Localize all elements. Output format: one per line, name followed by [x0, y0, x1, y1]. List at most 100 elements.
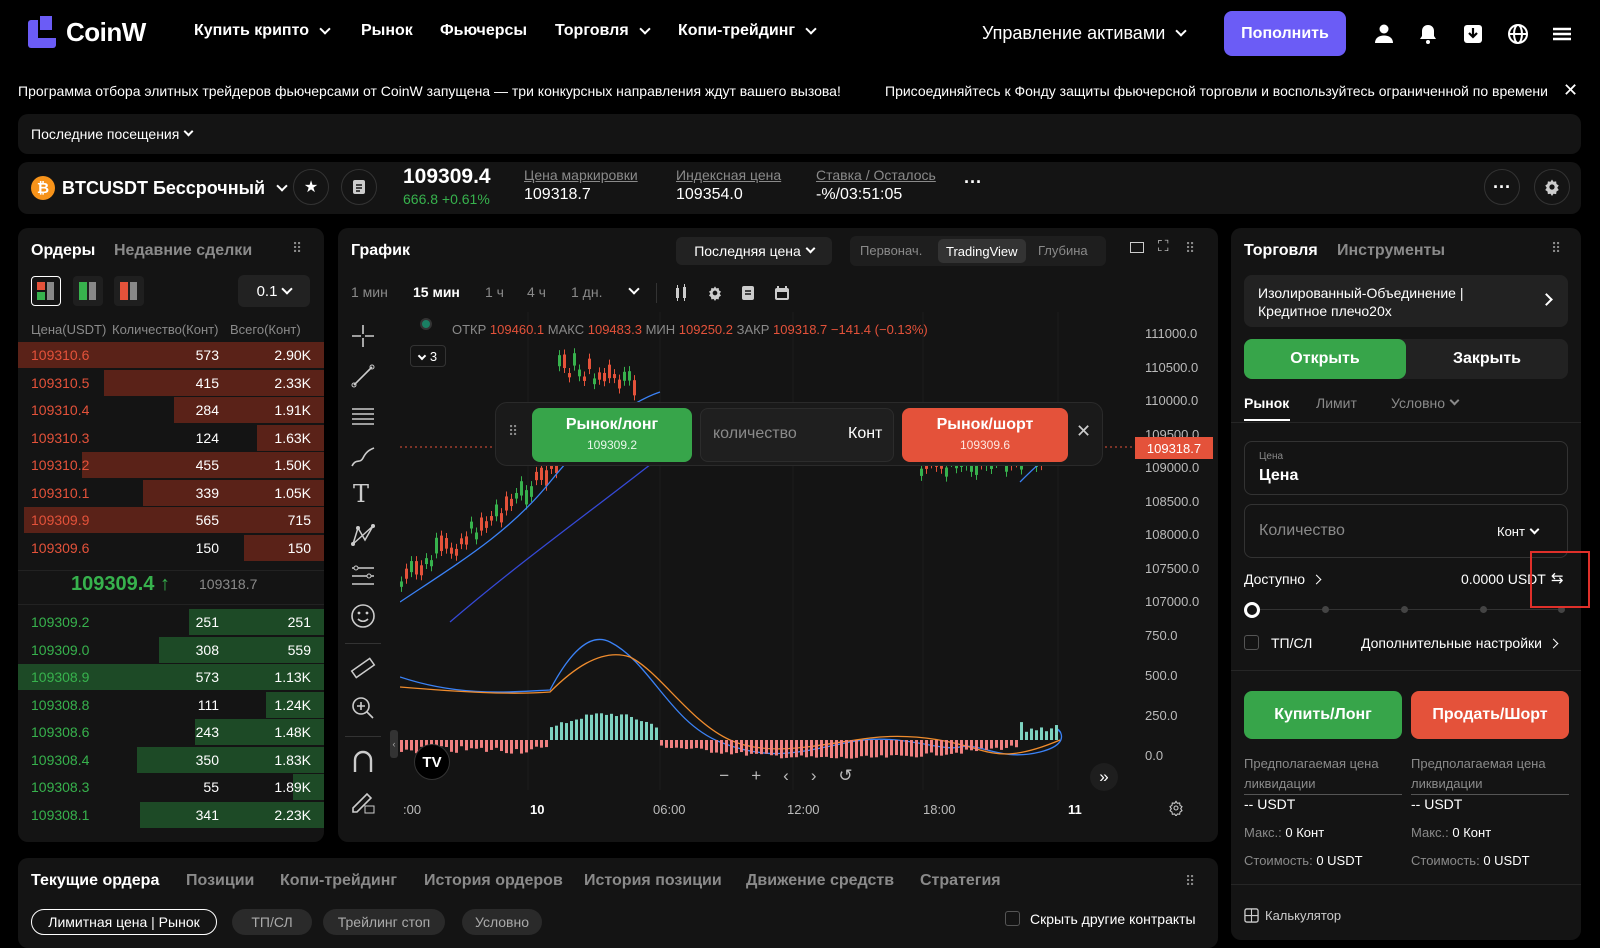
view-tradingview[interactable]: TradingView	[938, 239, 1026, 263]
drag-handle-icon[interactable]: ⠿	[1185, 240, 1195, 257]
calculator-link[interactable]: Калькулятор	[1244, 908, 1341, 923]
indicator-toggle[interactable]: 3	[410, 345, 446, 367]
bid-row[interactable]: 109308.8 111 1.24K	[18, 691, 324, 718]
symbol-selector[interactable]: ₿ BTCUSDT Бессрочный	[31, 176, 288, 200]
recent-visits-dropdown[interactable]: Последние посещения	[31, 126, 194, 142]
drag-handle-icon[interactable]: ⠿	[1551, 240, 1561, 257]
collapse-toolbar-icon[interactable]: ‹	[390, 730, 398, 758]
price-step-select[interactable]: 0.1	[238, 275, 310, 307]
tf-1d[interactable]: 1 дн.	[571, 284, 602, 300]
candle-type-icon[interactable]	[674, 284, 688, 302]
view-asks-button[interactable]	[114, 276, 144, 306]
nav-buy-crypto[interactable]: Купить крипто	[194, 22, 331, 40]
quick-long-button[interactable]: Рынок/лонг 109309.2	[532, 408, 692, 462]
close-icon[interactable]: ✕	[1076, 421, 1091, 442]
quick-qty-input[interactable]: количество Конт	[700, 408, 894, 462]
order-filter-pill[interactable]: Трейлинг стоп	[323, 909, 445, 935]
order-filter-pill[interactable]: ТП/СЛ	[232, 909, 312, 935]
advanced-settings-link[interactable]: Дополнительные настройки	[1361, 635, 1559, 651]
bid-row[interactable]: 109308.4 350 1.83K	[18, 746, 324, 773]
ask-row[interactable]: 109310.1 339 1.05K	[18, 479, 324, 506]
tf-1m[interactable]: 1 мин	[351, 284, 388, 300]
ask-row[interactable]: 109309.6 150 150	[18, 534, 324, 561]
globe-icon[interactable]	[1506, 22, 1530, 46]
tf-1h[interactable]: 1 ч	[485, 284, 504, 300]
tab-recent-trades[interactable]: Недавние сделки	[114, 242, 252, 260]
bell-icon[interactable]	[1416, 22, 1440, 46]
order-filter-pill[interactable]: Условно	[462, 909, 542, 935]
slider-step-dot[interactable]	[1322, 606, 1329, 613]
tf-15m[interactable]: 15 мин	[413, 284, 460, 300]
layout-icon[interactable]	[1130, 242, 1144, 253]
zoom-in-icon[interactable]: +	[751, 766, 761, 790]
scroll-right-icon[interactable]: ›	[811, 766, 817, 790]
user-icon[interactable]	[1372, 22, 1396, 46]
info-button[interactable]	[341, 169, 377, 205]
pattern-icon[interactable]	[349, 522, 377, 550]
more-options-button[interactable]: ···	[1484, 169, 1520, 205]
brush-icon[interactable]	[349, 442, 377, 470]
orders-tab[interactable]: Позиции	[186, 872, 254, 890]
drag-handle-icon[interactable]: ⠿	[1185, 873, 1195, 890]
chart-settings-icon[interactable]	[1168, 800, 1184, 816]
close-button[interactable]: Закрыть	[1406, 339, 1568, 379]
reset-icon[interactable]: ↺	[838, 766, 852, 790]
projection-icon[interactable]	[349, 562, 377, 590]
settings-button[interactable]	[1534, 169, 1570, 205]
view-both-button[interactable]	[31, 276, 61, 306]
tf-4h[interactable]: 4 ч	[527, 284, 546, 300]
bid-row[interactable]: 109308.1 341 2.23K	[18, 801, 324, 828]
view-bids-button[interactable]	[73, 276, 103, 306]
order-filter-pill[interactable]: Лимитная цена | Рынок	[31, 909, 217, 935]
fib-icon[interactable]	[349, 402, 377, 430]
tpsl-checkbox[interactable]	[1244, 635, 1259, 650]
emoji-icon[interactable]	[349, 602, 377, 630]
price-input[interactable]: Цена Цена	[1244, 441, 1568, 495]
order-type-limit[interactable]: Лимит	[1316, 395, 1357, 411]
zoom-out-icon[interactable]: −	[719, 766, 729, 790]
text-tool-icon[interactable]: T	[353, 480, 369, 508]
ruler-icon[interactable]	[349, 654, 377, 682]
nav-futures[interactable]: Фьючерсы	[440, 22, 527, 40]
fullscreen-icon[interactable]: ⛶	[1158, 238, 1169, 255]
available-balance-link[interactable]: Доступно	[1244, 571, 1322, 587]
nav-market[interactable]: Рынок	[361, 22, 413, 40]
tab-trade[interactable]: Торговля	[1244, 242, 1318, 260]
orders-tab[interactable]: Текущие ордера	[31, 872, 159, 890]
margin-mode-selector[interactable]: Изолированный-Объединение | Кредитное пл…	[1244, 275, 1568, 327]
ask-row[interactable]: 109310.4 284 1.91K	[18, 397, 324, 423]
buy-long-button[interactable]: Купить/Лонг	[1244, 691, 1402, 739]
price-type-select[interactable]: Последняя цена	[676, 237, 832, 265]
tab-orderbook[interactable]: Ордеры	[31, 242, 95, 260]
favorite-button[interactable]: ★	[293, 169, 329, 205]
quantity-input[interactable]: Количество Конт	[1244, 504, 1568, 558]
template-icon[interactable]	[741, 285, 755, 301]
orders-tab[interactable]: Стратегия	[920, 872, 1001, 890]
magnet-icon[interactable]	[349, 748, 377, 776]
close-icon[interactable]: ✕	[1563, 80, 1578, 101]
deposit-button[interactable]: Пополнить	[1224, 11, 1346, 56]
calendar-icon[interactable]	[774, 285, 790, 301]
scroll-left-icon[interactable]: ‹	[783, 766, 789, 790]
quantity-unit-select[interactable]: Конт	[1497, 524, 1540, 539]
drag-handle-icon[interactable]: ⠿	[292, 240, 302, 257]
announcement-1[interactable]: Программа отбора элитных трейдеров фьюче…	[18, 83, 841, 99]
more-icon[interactable]: ···	[964, 172, 982, 193]
order-type-conditional[interactable]: Условно	[1391, 395, 1460, 411]
orders-tab[interactable]: История позиции	[584, 872, 722, 890]
bid-row[interactable]: 109309.2 251 251	[18, 609, 324, 635]
drag-handle-icon[interactable]: ⠿	[508, 423, 518, 440]
orders-tab[interactable]: Движение средств	[746, 872, 894, 890]
slider-step-dot[interactable]	[1401, 606, 1408, 613]
crosshair-icon[interactable]	[349, 322, 377, 350]
nav-trade[interactable]: Торговля	[555, 22, 651, 40]
zoom-in-icon[interactable]	[349, 694, 377, 722]
open-button[interactable]: Открыть	[1244, 339, 1406, 379]
lock-pen-icon[interactable]	[349, 788, 377, 816]
order-type-market[interactable]: Рынок	[1244, 395, 1289, 411]
index-price-label[interactable]: Индексная цена	[676, 167, 781, 183]
download-icon[interactable]	[1461, 22, 1485, 46]
sell-short-button[interactable]: Продать/Шорт	[1411, 691, 1569, 739]
ask-row[interactable]: 109309.9 565 715	[18, 507, 324, 533]
mark-price-label[interactable]: Цена маркировки	[524, 167, 638, 183]
